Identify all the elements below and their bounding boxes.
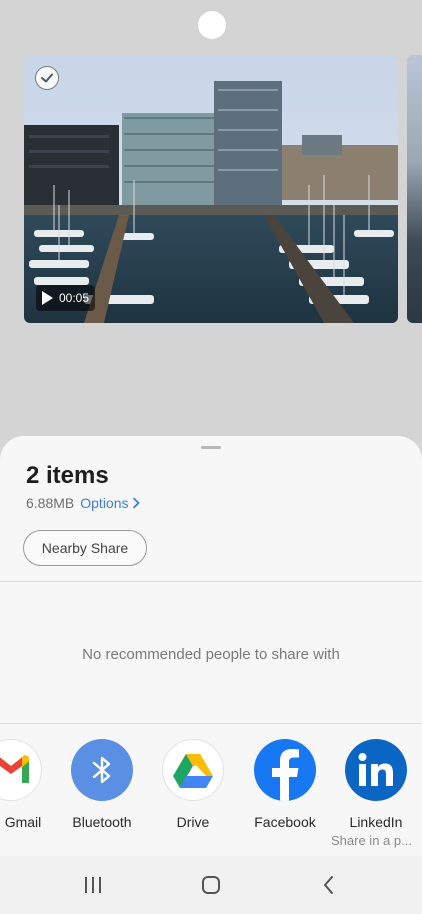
video-duration-badge: 00:05 — [36, 285, 96, 311]
app-sublabel: Share in a p... — [331, 833, 412, 848]
linkedin-icon — [345, 739, 407, 801]
nearby-share-button[interactable]: Nearby Share — [23, 530, 147, 566]
app-label: Gmail — [4, 814, 42, 830]
recent-apps-icon — [85, 877, 101, 893]
next-media-thumbnail[interactable] — [407, 55, 422, 323]
selected-checkbox[interactable] — [35, 66, 59, 90]
app-label: LinkedIn — [349, 814, 403, 830]
facebook-icon — [254, 739, 316, 801]
app-label: Drive — [176, 814, 210, 830]
divider — [0, 723, 422, 724]
bluetooth-icon — [71, 739, 133, 801]
camera-cutout — [198, 11, 226, 39]
app-label: Bluetooth — [72, 814, 132, 830]
nearby-share-label: Nearby Share — [41, 540, 129, 556]
harbor-video-frame — [24, 55, 398, 323]
share-size-line: 6.88MB Options — [26, 495, 140, 511]
system-navigation-bar — [0, 856, 422, 914]
divider — [0, 581, 422, 582]
gmail-icon — [0, 739, 42, 801]
back-icon — [324, 876, 333, 894]
app-label: Facebook — [254, 814, 316, 830]
drive-icon — [162, 739, 224, 801]
app-bluetooth[interactable]: Bluetooth — [57, 739, 147, 830]
recent-apps-button[interactable] — [82, 874, 104, 896]
back-button[interactable] — [318, 874, 340, 896]
app-drive[interactable]: Drive — [148, 739, 238, 830]
options-link[interactable]: Options — [80, 495, 139, 511]
home-icon — [202, 876, 220, 894]
chevron-right-icon — [132, 497, 139, 509]
share-sheet: 2 items 6.88MB Options Nearby Share No r… — [0, 436, 422, 914]
video-thumbnail[interactable] — [24, 55, 398, 323]
no-recommended-people-text: No recommended people to share with — [82, 646, 340, 663]
app-facebook[interactable]: Facebook — [240, 739, 330, 830]
media-preview-area: 00:05 — [0, 0, 422, 440]
app-gmail[interactable]: Gmail — [0, 739, 56, 830]
play-icon — [42, 291, 53, 305]
share-title: 2 items — [26, 462, 109, 489]
share-size: 6.88MB — [26, 495, 75, 511]
home-button[interactable] — [200, 874, 222, 896]
options-label: Options — [80, 495, 129, 511]
video-duration: 00:05 — [59, 291, 90, 305]
check-icon — [41, 73, 53, 83]
app-linkedin[interactable]: LinkedIn Share in a p... — [331, 739, 421, 848]
sheet-drag-handle[interactable] — [201, 446, 221, 449]
